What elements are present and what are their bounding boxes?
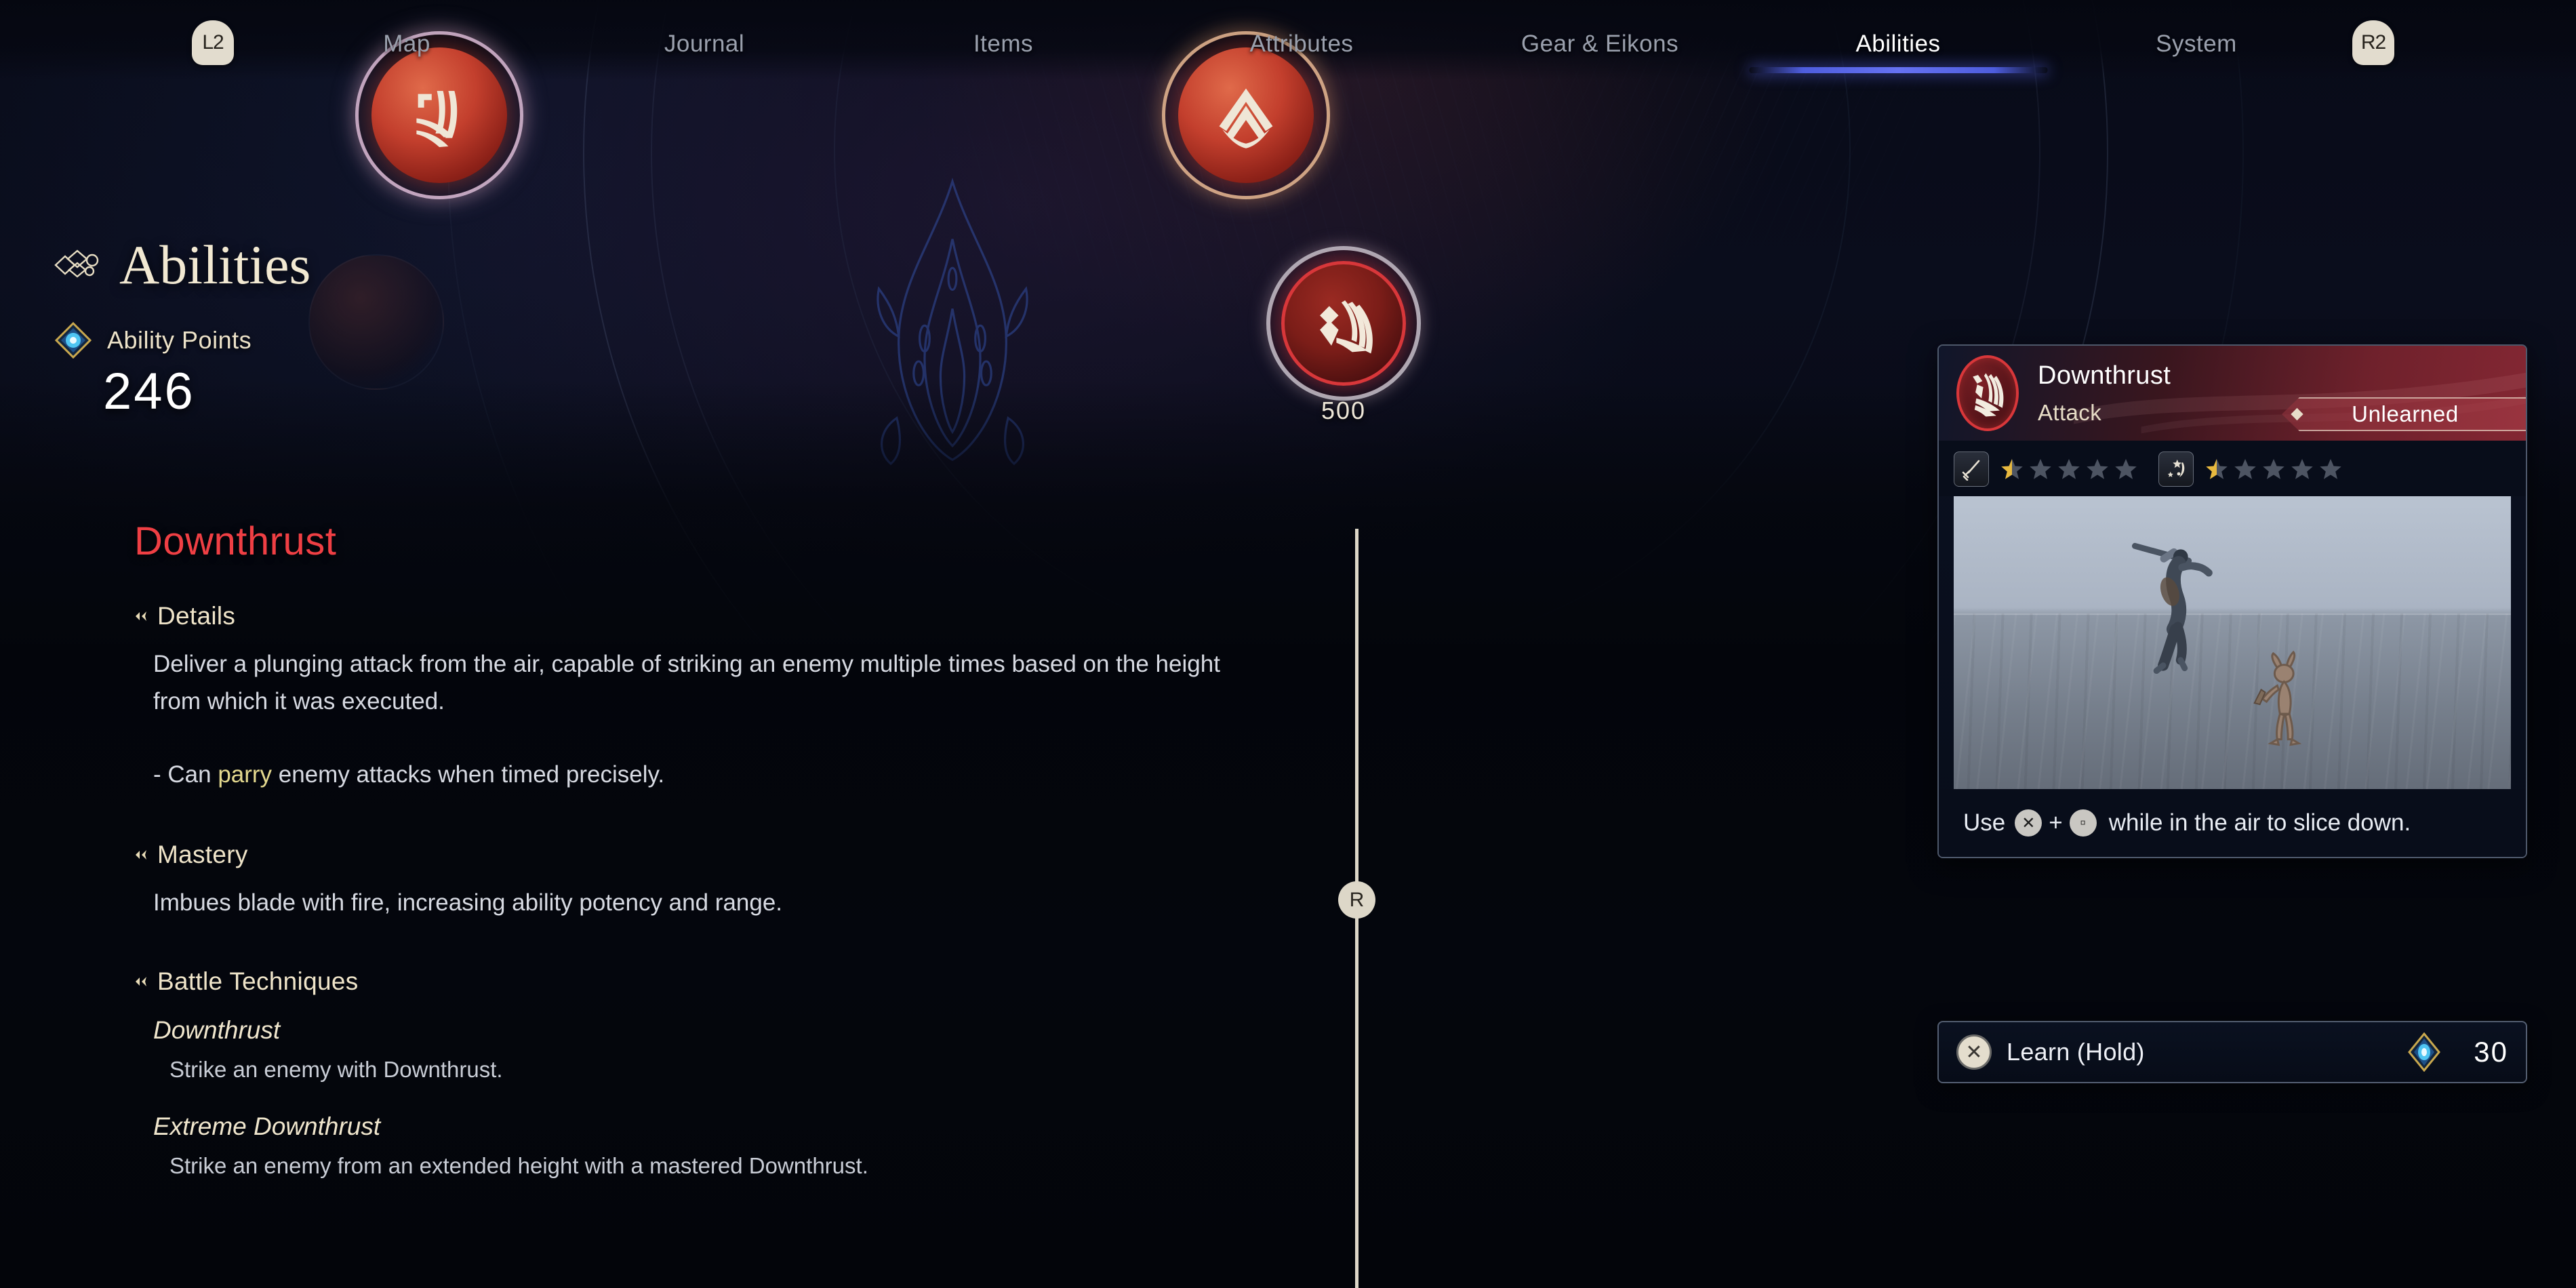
learn-button-label: Learn (Hold)	[2007, 1038, 2145, 1066]
technique-name: Extreme Downthrust	[153, 1112, 381, 1141]
skill-node-cost: 500	[1321, 397, 1367, 424]
learn-cost-value: 30	[2474, 1036, 2508, 1068]
details-bullet-keyword: parry	[218, 761, 273, 788]
detail-ability-name: Downthrust	[134, 519, 337, 563]
sword-icon	[1954, 451, 1989, 487]
tab-journal[interactable]: Journal	[664, 0, 744, 88]
panel-header: Downthrust Attack Unlearned	[1939, 346, 2526, 441]
status-diamond-icon	[2291, 407, 2303, 421]
details-heading: Details	[157, 602, 236, 630]
cross-button-icon: ✕	[2015, 809, 2042, 837]
star-empty-icon	[2030, 459, 2051, 479]
page-header: Abilities Ability Points 246	[54, 237, 310, 418]
ability-points-label: Ability Points	[107, 326, 252, 354]
technique-name: Downthrust	[153, 1016, 281, 1045]
stat-stagger-power	[2158, 451, 2343, 487]
preview-hero	[2131, 542, 2213, 675]
stagger-icon	[2158, 451, 2194, 487]
r2-shoulder-button[interactable]: R2	[2352, 20, 2394, 65]
detail-section-battle-techniques: Battle Techniques Downthrust Strike an e…	[134, 967, 1287, 1179]
star-half-icon	[2001, 459, 2023, 479]
ability-point-gem-icon	[2408, 1032, 2440, 1072]
ability-points-value: 246	[103, 363, 195, 420]
tab-attributes[interactable]: Attributes	[1250, 0, 1354, 88]
stat-attack-stars	[2000, 457, 2138, 481]
tab-abilities[interactable]: Abilities	[1748, 0, 2047, 88]
details-bullet-prefix: - Can	[153, 761, 218, 788]
detail-section-details: Details Deliver a plunging attack from t…	[134, 602, 1287, 793]
status-badge-label: Unlearned	[2352, 401, 2459, 426]
star-empty-icon	[2291, 459, 2313, 479]
details-bullet: - Can parry enemy attacks when timed pre…	[153, 756, 1251, 793]
star-empty-icon	[2320, 459, 2341, 479]
stat-attack-power	[1954, 451, 2138, 487]
panel-ability-type: Attack	[2038, 399, 2102, 425]
mastery-heading: Mastery	[157, 840, 248, 868]
eikon-flame-glyph-icon	[877, 178, 1028, 466]
square-button-icon: ▫	[2069, 809, 2097, 837]
details-text: Deliver a plunging attack from the air, …	[153, 651, 1220, 715]
section-marker-icon	[136, 611, 146, 621]
star-empty-icon	[2263, 459, 2285, 479]
ability-use-hint: Use ✕ + ▫ while in the air to slice down…	[1939, 789, 2526, 857]
top-navigation: L2 R2 Map Journal Items Attributes Gear …	[0, 0, 2576, 88]
detail-section-mastery: Mastery Imbues blade with fire, increasi…	[134, 841, 1287, 921]
tab-gear-eikons[interactable]: Gear & Eikons	[1521, 0, 1678, 88]
page-title: Abilities	[119, 234, 311, 296]
section-marker-icon	[136, 977, 146, 987]
details-bullet-suffix: enemy attacks when timed precisely.	[272, 761, 665, 788]
ability-detail-panel: Downthrust Details Deliver a plunging at…	[134, 522, 1287, 1179]
star-empty-icon	[2087, 459, 2108, 479]
ability-stats-row	[1939, 441, 2526, 496]
use-hint-prefix: Use	[1963, 809, 2006, 836]
nav-tab-list: Map Journal Items Attributes Gear & Eiko…	[285, 0, 2312, 88]
star-empty-icon	[2058, 459, 2080, 479]
downthrust-ability-icon	[1320, 300, 1373, 354]
skill-node-locked[interactable]	[308, 254, 444, 390]
abilities-emblem-icon	[54, 249, 99, 278]
downthrust-badge-icon	[1973, 373, 2004, 417]
battle-techniques-heading: Battle Techniques	[157, 967, 359, 996]
technique-desc: Strike an enemy from an extended height …	[169, 1153, 868, 1179]
ability-point-gem-icon	[54, 321, 92, 359]
tab-map[interactable]: Map	[383, 0, 430, 88]
abilities-screen: 500 L2 R2 Map Journal Items Attributes G…	[0, 0, 2576, 1288]
right-stick-scroll-knob[interactable]: R	[1338, 881, 1375, 919]
use-hint-plus: +	[2049, 809, 2063, 836]
panel-ability-badge	[1956, 355, 2019, 431]
star-empty-icon	[2234, 459, 2256, 479]
ability-info-panel: Downthrust Attack Unlearned Use ✕ + ▫ wh…	[1937, 344, 2527, 858]
panel-ability-name: Downthrust	[2038, 361, 2171, 390]
tab-abilities-label: Abilities	[1855, 31, 1941, 57]
ability-preview-clip	[1954, 496, 2511, 789]
technique-desc: Strike an enemy with Downthrust.	[169, 1057, 503, 1083]
mastery-text: Imbues blade with fire, increasing abili…	[153, 889, 783, 916]
status-badge: Unlearned	[2282, 397, 2526, 431]
stat-stagger-stars	[2205, 457, 2343, 481]
ability-scroll-icon	[416, 91, 458, 148]
tab-system[interactable]: System	[2156, 0, 2237, 88]
preview-characters	[2131, 542, 2302, 746]
star-empty-icon	[2115, 459, 2137, 479]
l2-shoulder-button[interactable]: L2	[192, 20, 234, 65]
preview-enemy	[2253, 650, 2302, 746]
section-marker-icon	[136, 849, 146, 860]
skill-node-selected[interactable]: 500	[1266, 246, 1421, 424]
star-half-icon	[2206, 459, 2228, 479]
learn-ability-button[interactable]: ✕ Learn (Hold) 30	[1937, 1021, 2527, 1083]
use-hint-suffix: while in the air to slice down.	[2108, 809, 2411, 836]
tab-active-underline	[1748, 67, 2047, 73]
tab-items[interactable]: Items	[973, 0, 1033, 88]
cross-button-icon: ✕	[1956, 1034, 1992, 1070]
